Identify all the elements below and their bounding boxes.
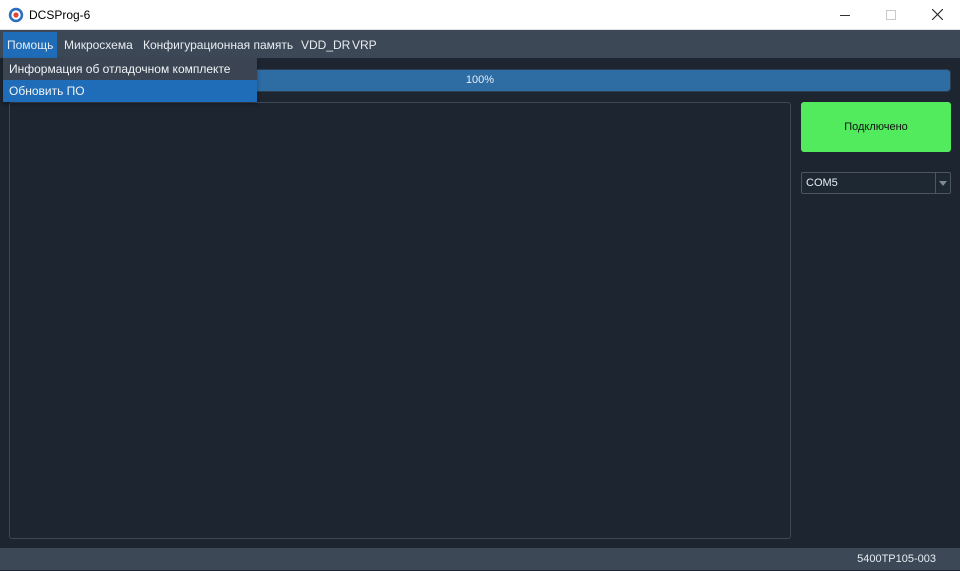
connect-button-label: Подключено (844, 121, 908, 133)
port-select-value: COM5 (806, 177, 838, 189)
device-id-label: 5400ТР105-003 (857, 553, 936, 565)
app-logo-icon (8, 7, 24, 23)
title-bar: DCSProg-6 (0, 0, 960, 30)
minimize-button[interactable] (822, 0, 868, 29)
minimize-icon (840, 14, 850, 16)
port-select[interactable]: COM5 (801, 172, 951, 194)
maximize-icon (886, 9, 896, 20)
menu-config-memory[interactable]: Конфигурационная память (139, 32, 297, 58)
help-dropdown-menu: Информация об отладочном комплекте Обнов… (3, 58, 257, 102)
log-output-area[interactable] (9, 102, 791, 539)
maximize-button[interactable] (868, 0, 914, 29)
menu-chip[interactable]: Микросхема (60, 32, 137, 58)
chevron-down-icon (939, 180, 947, 186)
menu-vrp[interactable]: VRP (348, 32, 381, 58)
port-dropdown-button[interactable] (935, 173, 950, 193)
connect-button[interactable]: Подключено (801, 102, 951, 152)
menu-item-kit-info[interactable]: Информация об отладочном комплекте (3, 58, 257, 80)
close-icon (931, 9, 943, 20)
close-button[interactable] (914, 0, 960, 29)
status-bar: 5400ТР105-003 (0, 548, 960, 570)
window-title: DCSProg-6 (29, 8, 91, 22)
menu-vdd-dr[interactable]: VDD_DR (297, 32, 354, 58)
menu-help[interactable]: Помощь (3, 32, 58, 58)
menu-item-update-firmware[interactable]: Обновить ПО (3, 80, 257, 102)
menu-bar: Помощь Микросхема Конфигурационная памят… (0, 30, 960, 58)
